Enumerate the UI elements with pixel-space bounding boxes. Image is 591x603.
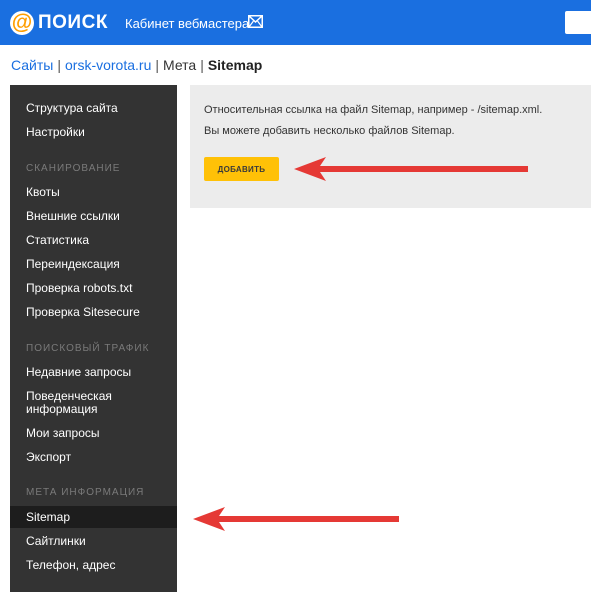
- breadcrumb-separator: |: [155, 57, 159, 73]
- sidebar-section-meta-info: МЕТА ИНФОРМАЦИЯ: [26, 487, 145, 498]
- arrow-annotation-icon: [193, 507, 399, 531]
- breadcrumb: Сайты | orsk-vorota.ru | Мета | Sitemap: [11, 57, 262, 73]
- breadcrumb-domain-link[interactable]: orsk-vorota.ru: [65, 57, 151, 73]
- sidebar-item-reindexing[interactable]: Переиндексация: [26, 258, 166, 271]
- search-input[interactable]: [565, 11, 591, 34]
- breadcrumb-separator: |: [57, 57, 61, 73]
- sidebar-item-behavior-info[interactable]: Поведенческая информация: [26, 390, 126, 416]
- sidebar-item-external-links[interactable]: Внешние ссылки: [26, 210, 166, 223]
- breadcrumb-separator: |: [200, 57, 204, 73]
- sidebar: Структура сайта Настройки СКАНИРОВАНИЕ К…: [10, 85, 177, 592]
- sidebar-item-sitelinks[interactable]: Сайтлинки: [26, 535, 166, 548]
- logo[interactable]: @ ПОИСК: [10, 10, 108, 36]
- arrow-annotation-icon: [294, 157, 528, 181]
- sidebar-item-recent-queries[interactable]: Недавние запросы: [26, 366, 166, 379]
- sidebar-item-settings[interactable]: Настройки: [26, 126, 166, 139]
- webmaster-cabinet-link[interactable]: Кабинет вебмастера: [125, 16, 249, 31]
- mail-icon[interactable]: [248, 15, 263, 28]
- breadcrumb-meta[interactable]: Мета: [163, 57, 196, 73]
- sidebar-item-my-queries[interactable]: Мои запросы: [26, 427, 166, 440]
- logo-at-icon: @: [10, 11, 34, 35]
- top-bar: @ ПОИСК Кабинет вебмастера: [0, 0, 591, 45]
- sitemap-panel: Относительная ссылка на файл Sitemap, на…: [190, 85, 591, 208]
- sidebar-item-sitesecure-check[interactable]: Проверка Sitesecure: [26, 306, 166, 319]
- sidebar-item-phone-address[interactable]: Телефон, адрес: [26, 559, 166, 572]
- sidebar-section-scanning: СКАНИРОВАНИЕ: [26, 163, 121, 174]
- add-sitemap-button[interactable]: ДОБАВИТЬ: [204, 157, 279, 181]
- sidebar-item-sitemap[interactable]: Sitemap: [26, 511, 166, 524]
- sidebar-item-statistics[interactable]: Статистика: [26, 234, 166, 247]
- logo-text: ПОИСК: [38, 12, 108, 33]
- sidebar-section-search-traffic: ПОИСКОВЫЙ ТРАФИК: [26, 343, 150, 354]
- page-title: Sitemap: [207, 57, 263, 73]
- sidebar-item-robots-check[interactable]: Проверка robots.txt: [26, 282, 166, 295]
- sidebar-item-export[interactable]: Экспорт: [26, 451, 166, 464]
- breadcrumb-sites-link[interactable]: Сайты: [11, 57, 53, 73]
- sitemap-hint-text: Относительная ссылка на файл Sitemap, на…: [204, 104, 543, 116]
- sidebar-item-site-structure[interactable]: Структура сайта: [26, 102, 166, 115]
- sidebar-item-quotas[interactable]: Квоты: [26, 186, 166, 199]
- sitemap-multiple-hint-text: Вы можете добавить несколько файлов Site…: [204, 125, 455, 137]
